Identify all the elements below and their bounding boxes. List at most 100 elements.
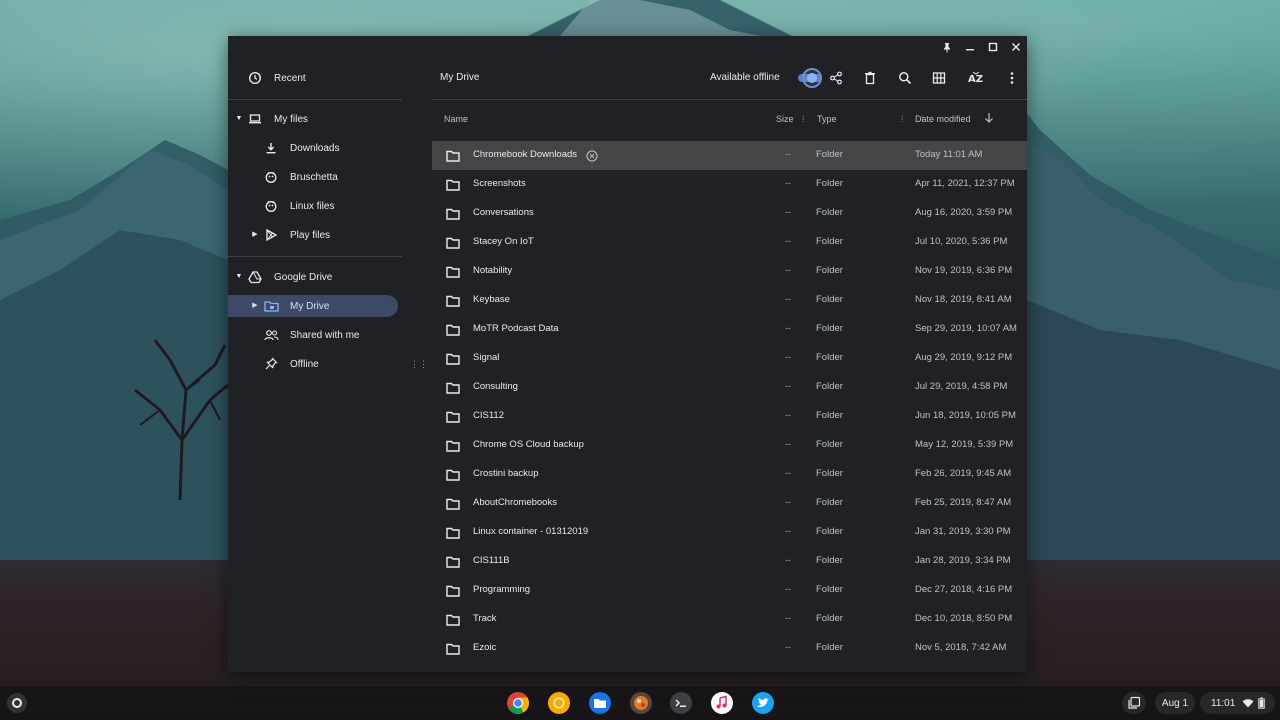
table-row[interactable]: Track -- Folder Dec 10, 2018, 8:50 PM — [432, 605, 1027, 634]
column-resize-handle[interactable]: ⁞ — [901, 114, 904, 124]
table-row[interactable]: Screenshots -- Folder Apr 11, 2021, 12:37 P… — [432, 170, 1027, 199]
file-size: -- — [785, 584, 791, 594]
folder-icon — [446, 410, 460, 423]
file-type: Folder — [816, 642, 843, 653]
svg-text:AZ: AZ — [968, 74, 983, 85]
google-drive-icon — [248, 270, 262, 284]
column-header-name[interactable]: Name — [444, 114, 468, 124]
search-icon[interactable] — [897, 70, 913, 86]
grid-view-icon[interactable] — [931, 70, 947, 86]
clock-time: 11:01 — [1211, 697, 1236, 709]
file-type: Folder — [816, 265, 843, 276]
table-row[interactable]: Stacey On IoT -- Folder Jul 10, 2020, 5:36 … — [432, 228, 1027, 257]
sidebar-item-google-drive[interactable]: ▼ Google Drive — [228, 266, 398, 288]
file-date-modified: Nov 19, 2019, 6:36 PM — [915, 265, 1013, 276]
expand-arrow-icon[interactable]: ▶ — [251, 231, 259, 239]
sort-az-icon[interactable]: AZ — [966, 70, 986, 86]
file-date-modified: Jul 10, 2020, 5:36 PM — [915, 236, 1008, 247]
file-date-modified: Feb 25, 2019, 8:47 AM — [915, 497, 1012, 508]
file-type: Folder — [816, 352, 843, 363]
table-row[interactable]: Crostini backup -- Folder Feb 26, 2019, 9:4… — [432, 460, 1027, 489]
files-app-icon[interactable] — [588, 691, 612, 715]
expand-arrow-icon[interactable]: ▼ — [235, 115, 243, 123]
sidebar-item-linux-files[interactable]: Linux files — [228, 195, 398, 217]
column-header-type[interactable]: Type — [817, 114, 837, 124]
table-row[interactable]: Chrome OS Cloud backup -- Folder May 12, 20… — [432, 431, 1027, 460]
navigation-sidebar: Recent ▼ My files Downloads Bruschetta L… — [228, 36, 432, 672]
sidebar-item-recent[interactable]: Recent — [228, 67, 398, 89]
sidebar-item-downloads[interactable]: Downloads — [228, 137, 398, 159]
file-name: Chrome OS Cloud backup — [473, 439, 584, 450]
file-type: Folder — [816, 381, 843, 392]
file-size: -- — [785, 381, 791, 391]
file-type: Folder — [816, 149, 843, 160]
crostini-icon[interactable] — [629, 691, 653, 715]
sidebar-item-bruschetta[interactable]: Bruschetta — [228, 166, 398, 188]
table-row[interactable]: AboutChromebooks -- Folder Feb 25, 2019, 8:… — [432, 489, 1027, 518]
delete-icon[interactable] — [862, 70, 878, 86]
sidebar-item-my-drive[interactable]: ▶ My Drive — [228, 295, 398, 317]
itunes-icon[interactable] — [710, 691, 734, 715]
table-row[interactable]: Signal -- Folder Aug 29, 2019, 9:12 PM — [432, 344, 1027, 373]
laptop-icon — [248, 112, 262, 126]
twitter-icon[interactable] — [751, 691, 775, 715]
file-name: Programming — [473, 584, 531, 595]
column-resize-handle[interactable]: ⁞ — [802, 114, 805, 124]
file-name: Stacey On IoT — [473, 236, 534, 247]
table-row[interactable]: Notability -- Folder Nov 19, 2019, 6:36 PM — [432, 257, 1027, 286]
sidebar-item-shared-with-me[interactable]: Shared with me — [228, 324, 398, 346]
column-header-size[interactable]: Size — [776, 114, 794, 124]
sidebar-item-offline[interactable]: Offline — [228, 353, 398, 375]
sidebar-item-my-files[interactable]: ▼ My files — [228, 108, 398, 130]
file-type: Folder — [816, 236, 843, 247]
sort-arrow-down-icon[interactable] — [984, 112, 994, 126]
share-icon[interactable] — [828, 70, 844, 86]
folder-icon — [446, 207, 460, 220]
file-size: -- — [785, 468, 791, 478]
file-list-pane: My Drive Available offline AZ Name ⁞ Siz… — [432, 36, 1027, 672]
date-tray[interactable]: Aug 1 — [1155, 692, 1195, 714]
table-row[interactable]: Programming -- Folder Dec 27, 2018, 4:16 PM — [432, 576, 1027, 605]
holding-space-icon[interactable] — [1122, 692, 1146, 714]
divider — [432, 99, 1027, 100]
file-type: Folder — [816, 584, 843, 595]
file-type: Folder — [816, 207, 843, 218]
file-size: -- — [785, 265, 791, 275]
linux-penguin-icon — [264, 199, 278, 213]
sidebar-resize-handle[interactable]: ⋮⋮ — [410, 359, 428, 371]
file-type: Folder — [816, 555, 843, 566]
file-size: -- — [785, 352, 791, 362]
expand-arrow-icon[interactable]: ▼ — [235, 273, 243, 281]
sidebar-item-play-files[interactable]: ▶ Play files — [228, 224, 398, 246]
file-name: Linux container - 01312019 — [473, 526, 589, 537]
launcher-button[interactable] — [7, 693, 27, 713]
expand-arrow-icon[interactable]: ▶ — [251, 302, 259, 310]
file-size: -- — [785, 526, 791, 536]
file-name: Signal — [473, 352, 500, 363]
divider — [228, 99, 402, 100]
table-row[interactable]: Ezoic -- Folder Nov 5, 2018, 7:42 AM — [432, 634, 1027, 663]
table-row[interactable]: Conversations -- Folder Aug 16, 2020, 3:59 … — [432, 199, 1027, 228]
tree-silhouette — [134, 339, 229, 500]
sidebar-item-label: Offline — [290, 358, 319, 370]
file-name: CIS111B — [473, 555, 510, 566]
table-row[interactable]: MoTR Podcast Data -- Folder Sep 29, 2019, 1… — [432, 315, 1027, 344]
file-date-modified: Apr 11, 2021, 12:37 PM — [915, 178, 1015, 189]
chrome-canary-icon[interactable] — [547, 691, 571, 715]
available-offline-toggle[interactable] — [796, 68, 824, 88]
table-row[interactable]: Linux container - 01312019 -- Folder Jan 31… — [432, 518, 1027, 547]
sidebar-item-label: Linux files — [290, 200, 335, 212]
table-row[interactable]: CIS112 -- Folder Jun 18, 2019, 10:05 PM — [432, 402, 1027, 431]
sidebar-item-label: Shared with me — [290, 329, 360, 341]
terminal-icon[interactable] — [669, 691, 693, 715]
table-row[interactable]: Consulting -- Folder Jul 29, 2019, 4:58 PM — [432, 373, 1027, 402]
more-vert-icon[interactable] — [1004, 70, 1020, 86]
column-header-date-modified[interactable]: Date modified — [915, 114, 971, 124]
page-title: My Drive — [440, 72, 480, 83]
chrome-icon[interactable] — [506, 691, 530, 715]
table-row[interactable]: Keybase -- Folder Nov 18, 2019, 8:41 AM — [432, 286, 1027, 315]
table-row[interactable]: CIS111B -- Folder Jan 28, 2019, 3:34 PM — [432, 547, 1027, 576]
system-tray[interactable]: 11:01 — [1200, 692, 1275, 714]
table-row[interactable]: Chromebook Downloads -- Folder Today 11:01 … — [432, 141, 1027, 170]
shelf: Aug 1 11:01 — [0, 686, 1280, 720]
